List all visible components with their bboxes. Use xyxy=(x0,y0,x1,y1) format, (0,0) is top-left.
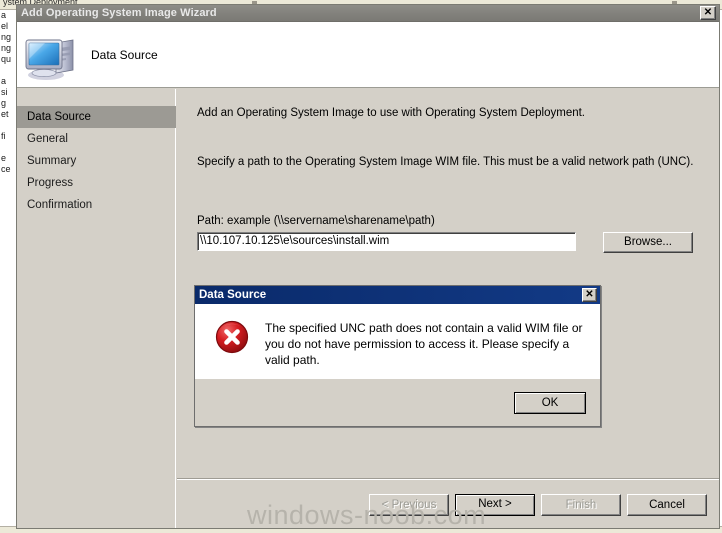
next-button[interactable]: Next > xyxy=(455,493,535,516)
sidebar-item-progress[interactable]: Progress xyxy=(17,172,175,194)
sidebar-item-summary[interactable]: Summary xyxy=(17,150,175,172)
error-dialog-button-area: OK xyxy=(195,379,600,426)
background-text-fragment: ng xyxy=(1,32,12,42)
background-text-fragment xyxy=(1,142,17,153)
background-text-fragment: a xyxy=(1,76,7,86)
background-text-fragment: qu xyxy=(1,54,12,64)
wizard-step-sidebar: Data Source General Summary Progress Confirm… xyxy=(17,89,177,528)
close-icon[interactable]: ✕ xyxy=(700,6,716,20)
ok-button[interactable]: OK xyxy=(514,391,586,414)
wizard-title-bar: Add Operating System Image Wizard ✕ xyxy=(17,5,719,22)
finish-button[interactable]: Finish xyxy=(541,493,621,516)
background-text-fragment: g xyxy=(1,98,7,108)
close-icon[interactable]: ✕ xyxy=(582,288,597,302)
path-input-row: \\10.107.10.125\e\sources\install.wim Br… xyxy=(197,232,719,253)
error-dialog-title-bar: Data Source ✕ xyxy=(195,286,600,304)
error-message-text: The specified UNC path does not contain … xyxy=(265,321,583,367)
sidebar-item-confirmation[interactable]: Confirmation xyxy=(17,194,175,216)
previous-button[interactable]: < Previous xyxy=(369,493,449,516)
error-dialog-title: Data Source xyxy=(199,289,267,301)
error-icon xyxy=(215,320,249,357)
footer-separator xyxy=(177,478,719,480)
background-text-fragment: fi xyxy=(1,131,6,141)
background-text-fragment xyxy=(1,65,17,76)
background-text-fragment: ng xyxy=(1,43,12,53)
sidebar-item-data-source[interactable]: Data Source xyxy=(17,106,176,128)
cancel-button[interactable]: Cancel xyxy=(627,493,707,516)
error-dialog: Data Source ✕ The specified UNC path doe… xyxy=(194,285,601,427)
background-text-fragment: el xyxy=(1,21,9,31)
instruction-paragraph: Specify a path to the Operating System I… xyxy=(197,156,694,168)
wizard-header: Data Source xyxy=(17,22,719,88)
add-os-image-wizard-window: Add Operating System Image Wizard ✕ Data… xyxy=(16,4,720,529)
path-input[interactable]: \\10.107.10.125\e\sources\install.wim xyxy=(197,232,576,251)
background-text-fragment: a xyxy=(1,10,7,20)
sidebar-item-general[interactable]: General xyxy=(17,128,175,150)
page-title: Data Source xyxy=(91,47,158,62)
background-text-fragment: si xyxy=(1,87,8,97)
error-dialog-message-area: The specified UNC path does not contain … xyxy=(195,304,600,379)
background-text-fragment: et xyxy=(1,109,9,119)
background-text-fragment: e xyxy=(1,153,7,163)
computer-icon xyxy=(23,29,81,81)
intro-paragraph: Add an Operating System Image to use wit… xyxy=(197,107,585,119)
browse-button[interactable]: Browse... xyxy=(603,232,693,253)
wizard-title-text: Add Operating System Image Wizard xyxy=(21,7,217,19)
background-text-fragment xyxy=(1,120,17,131)
path-label: Path: example (\\servername\sharename\pa… xyxy=(197,215,435,227)
background-text-fragment: ce xyxy=(1,164,11,174)
wizard-footer-buttons: < Previous Next > Finish Cancel xyxy=(177,481,719,528)
